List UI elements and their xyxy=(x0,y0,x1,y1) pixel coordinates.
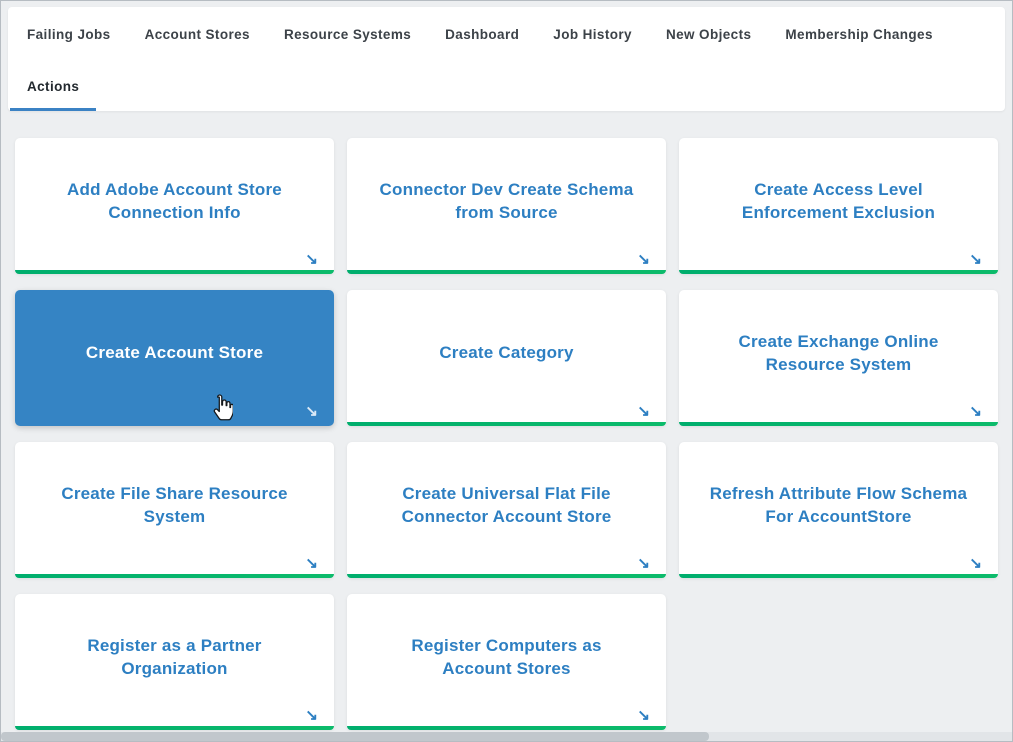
card-bottom-accent xyxy=(347,574,666,578)
action-card-create-file-share-resource-system[interactable]: Create File Share Resource System ↘ xyxy=(15,442,334,578)
diagonal-arrow-icon: ↘ xyxy=(969,556,982,571)
action-card-label: Connector Dev Create Schema from Source xyxy=(377,178,636,225)
diagonal-arrow-icon: ↘ xyxy=(969,252,982,267)
actions-grid: Add Adobe Account Store Connection Info ↘… xyxy=(15,138,998,730)
action-card-label: Create Account Store xyxy=(86,341,263,364)
card-bottom-accent xyxy=(347,726,666,730)
nav-row-1: Failing JobsAccount StoresResource Syste… xyxy=(10,7,1003,64)
card-bottom-accent xyxy=(679,422,998,426)
action-card-label: Create Universal Flat File Connector Acc… xyxy=(377,482,636,529)
action-card-register-as-a-partner-organization[interactable]: Register as a Partner Organization ↘ xyxy=(15,594,334,730)
action-card-label: Register as a Partner Organization xyxy=(45,634,304,681)
action-card-create-universal-flat-file-connector-account-store[interactable]: Create Universal Flat File Connector Acc… xyxy=(347,442,666,578)
action-card-create-access-level-enforcement-exclusion[interactable]: Create Access Level Enforcement Exclusio… xyxy=(679,138,998,274)
card-bottom-accent xyxy=(15,270,334,274)
action-card-label: Create Exchange Online Resource System xyxy=(709,330,968,377)
tab-failing-jobs[interactable]: Failing Jobs xyxy=(10,7,128,64)
card-bottom-accent xyxy=(679,574,998,578)
card-bottom-accent xyxy=(347,270,666,274)
action-card-label: Add Adobe Account Store Connection Info xyxy=(45,178,304,225)
tab-actions[interactable]: Actions xyxy=(10,64,96,111)
action-card-register-computers-as-account-stores[interactable]: Register Computers as Account Stores ↘ xyxy=(347,594,666,730)
action-card-label: Register Computers as Account Stores xyxy=(377,634,636,681)
horizontal-scrollbar[interactable] xyxy=(1,732,1012,741)
card-bottom-accent xyxy=(15,574,334,578)
action-card-create-account-store[interactable]: Create Account Store ↘ xyxy=(15,290,334,426)
diagonal-arrow-icon: ↘ xyxy=(305,556,318,571)
tab-resource-systems[interactable]: Resource Systems xyxy=(267,7,428,64)
action-card-create-exchange-online-resource-system[interactable]: Create Exchange Online Resource System ↘ xyxy=(679,290,998,426)
tab-job-history[interactable]: Job History xyxy=(536,7,649,64)
diagonal-arrow-icon: ↘ xyxy=(305,252,318,267)
tab-new-objects[interactable]: New Objects xyxy=(649,7,768,64)
tab-dashboard[interactable]: Dashboard xyxy=(428,7,536,64)
diagonal-arrow-icon: ↘ xyxy=(969,404,982,419)
card-bottom-accent xyxy=(679,270,998,274)
nav-row-2: Actions xyxy=(10,64,1003,111)
diagonal-arrow-icon: ↘ xyxy=(637,708,650,723)
card-bottom-accent xyxy=(15,726,334,730)
action-card-create-category[interactable]: Create Category ↘ xyxy=(347,290,666,426)
action-card-add-adobe-account-store-connection-info[interactable]: Add Adobe Account Store Connection Info ↘ xyxy=(15,138,334,274)
tab-account-stores[interactable]: Account Stores xyxy=(128,7,267,64)
action-card-connector-dev-create-schema-from-source[interactable]: Connector Dev Create Schema from Source ↘ xyxy=(347,138,666,274)
action-card-label: Refresh Attribute Flow Schema For Accoun… xyxy=(709,482,968,529)
tab-membership-changes[interactable]: Membership Changes xyxy=(768,7,949,64)
action-card-label: Create Access Level Enforcement Exclusio… xyxy=(709,178,968,225)
action-card-refresh-attribute-flow-schema-for-accountstore[interactable]: Refresh Attribute Flow Schema For Accoun… xyxy=(679,442,998,578)
action-card-label: Create File Share Resource System xyxy=(45,482,304,529)
diagonal-arrow-icon: ↘ xyxy=(305,404,318,419)
action-card-label: Create Category xyxy=(439,341,573,364)
top-navigation: Failing JobsAccount StoresResource Syste… xyxy=(8,7,1005,111)
diagonal-arrow-icon: ↘ xyxy=(637,252,650,267)
diagonal-arrow-icon: ↘ xyxy=(637,556,650,571)
scrollbar-thumb[interactable] xyxy=(1,732,709,741)
diagonal-arrow-icon: ↘ xyxy=(305,708,318,723)
card-bottom-accent xyxy=(347,422,666,426)
diagonal-arrow-icon: ↘ xyxy=(637,404,650,419)
